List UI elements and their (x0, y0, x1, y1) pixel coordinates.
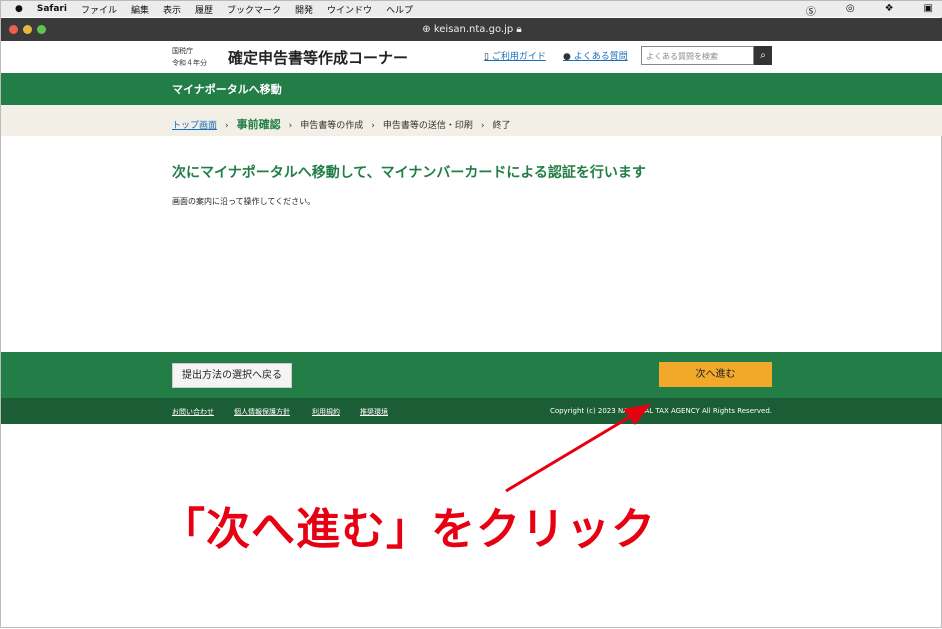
annotation-text: 「次へ進む」をクリック (161, 504, 656, 555)
arrow-shaft (505, 413, 634, 493)
arrow-head (623, 404, 651, 425)
